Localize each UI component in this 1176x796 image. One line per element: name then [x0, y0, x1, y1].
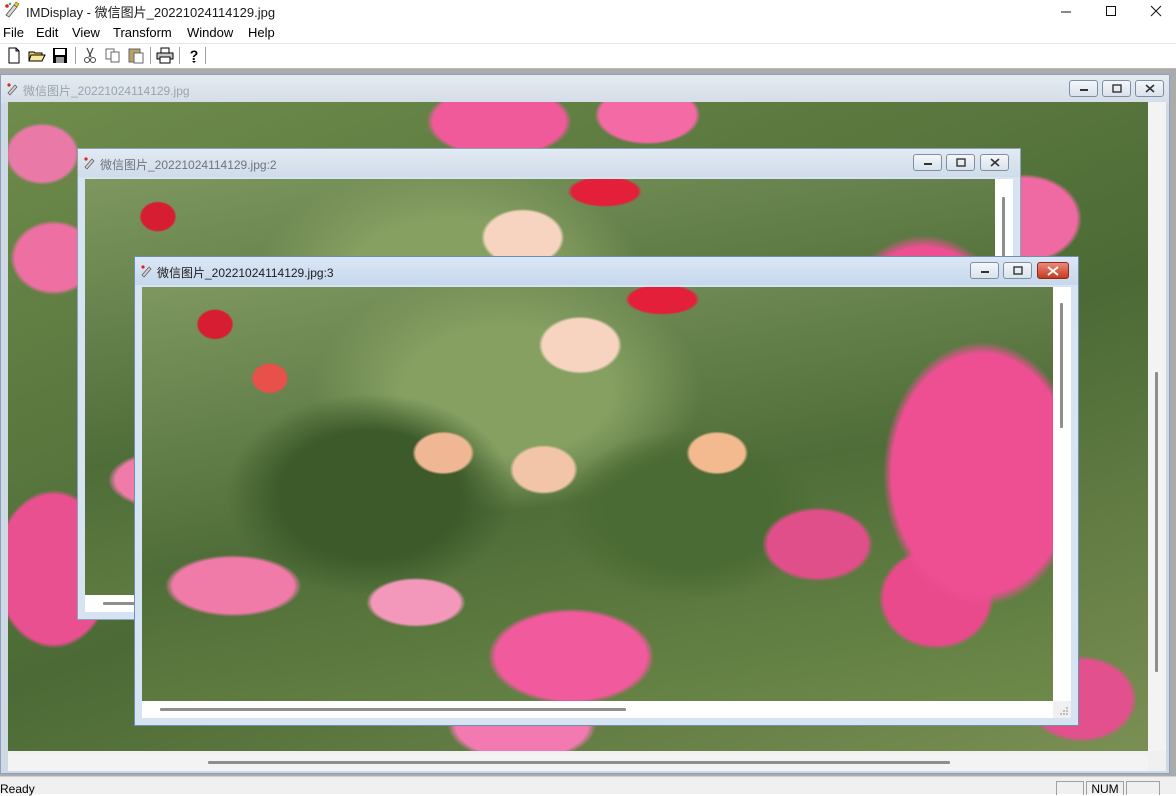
child-1-vertical-scrollbar[interactable] — [1148, 102, 1166, 751]
help-icon[interactable]: ? — [185, 47, 203, 64]
copy-icon[interactable] — [104, 47, 122, 64]
menu-edit[interactable]: Edit — [36, 25, 58, 40]
child-3-horizontal-thumb[interactable] — [160, 708, 626, 711]
save-icon[interactable] — [51, 47, 69, 64]
menu-transform[interactable]: Transform — [113, 25, 172, 40]
close-button[interactable] — [1133, 0, 1176, 22]
svg-text:?: ? — [190, 47, 199, 63]
minimize-icon — [1061, 11, 1071, 13]
toolbar-separator — [205, 47, 207, 64]
status-text: Ready — [0, 782, 35, 796]
menu-bar: File Edit View Transform Window Help — [0, 22, 1176, 43]
child-1-vertical-thumb[interactable] — [1155, 372, 1158, 672]
minimize-icon — [924, 163, 932, 165]
child-title-3: 微信图片_20221024114129.jpg:3 — [157, 266, 334, 280]
child-1-horizontal-thumb[interactable] — [208, 761, 950, 764]
paste-icon[interactable] — [127, 47, 145, 64]
child-1-close-button[interactable] — [1135, 80, 1164, 97]
minimize-button[interactable] — [1043, 0, 1089, 22]
child-3-close-button[interactable] — [1037, 262, 1069, 279]
minimize-icon — [981, 271, 989, 273]
maximize-button[interactable] — [1088, 0, 1134, 22]
menu-window[interactable]: Window — [187, 25, 233, 40]
child-1-size-grip[interactable] — [1148, 754, 1166, 771]
child-3-vertical-thumb[interactable] — [1060, 303, 1063, 428]
child-3-restore-button[interactable] — [1003, 262, 1032, 279]
menu-file[interactable]: File — [3, 25, 24, 40]
image-document-icon — [7, 83, 18, 96]
close-icon — [1150, 5, 1162, 17]
size-grip-icon — [1060, 707, 1068, 715]
child-title-2: 微信图片_20221024114129.jpg:2 — [100, 158, 277, 172]
child-3-minimize-button[interactable] — [970, 262, 999, 279]
child-1-restore-button[interactable] — [1102, 80, 1131, 97]
child-caption-1[interactable]: 微信图片_20221024114129.jpg — [1, 75, 1169, 103]
restore-icon — [1112, 84, 1122, 93]
app-icon — [5, 1, 20, 18]
toolbar-separator — [179, 47, 181, 64]
child-caption-2[interactable]: 微信图片_20221024114129.jpg:2 — [78, 149, 1020, 177]
print-icon[interactable] — [156, 47, 174, 64]
child-2-close-button[interactable] — [980, 154, 1009, 171]
close-icon — [1145, 84, 1155, 93]
window-title: IMDisplay - 微信图片_20221024114129.jpg — [26, 5, 276, 20]
child-1-horizontal-scrollbar[interactable] — [8, 754, 1150, 771]
status-bar: Ready NUM — [0, 776, 1176, 796]
menu-help[interactable]: Help — [248, 25, 275, 40]
child-1-minimize-button[interactable] — [1069, 80, 1098, 97]
child-2-restore-button[interactable] — [946, 154, 975, 171]
restore-icon — [1013, 266, 1023, 275]
toolbar: ? — [0, 43, 1176, 69]
cut-icon[interactable] — [81, 47, 99, 64]
child-3-vertical-scrollbar[interactable] — [1053, 287, 1071, 702]
child-title-1: 微信图片_20221024114129.jpg — [23, 84, 190, 98]
child-3-client — [142, 287, 1071, 718]
toolbar-separator — [150, 47, 152, 64]
menu-view[interactable]: View — [72, 25, 100, 40]
mdi-client-area: 微信图片_20221024114129.jpg 微信图片_20221024114… — [0, 69, 1176, 776]
toolbar-separator — [75, 47, 77, 64]
minimize-icon — [1080, 89, 1088, 91]
image-document-icon — [141, 265, 152, 278]
image-document-icon — [84, 157, 95, 170]
new-icon[interactable] — [5, 47, 23, 64]
image-canvas-3[interactable] — [142, 287, 1055, 702]
child-window-3[interactable]: 微信图片_20221024114129.jpg:3 — [134, 256, 1079, 726]
child-3-size-grip[interactable] — [1053, 701, 1071, 718]
child-caption-3[interactable]: 微信图片_20221024114129.jpg:3 — [135, 257, 1078, 285]
restore-icon — [956, 158, 966, 167]
close-icon — [1047, 266, 1059, 276]
close-icon — [990, 158, 1000, 167]
photo-roses — [142, 287, 1055, 702]
open-icon[interactable] — [28, 47, 46, 64]
child-3-horizontal-scrollbar[interactable] — [142, 701, 1055, 718]
main-title-bar: IMDisplay - 微信图片_20221024114129.jpg — [0, 0, 1176, 22]
maximize-icon — [1106, 6, 1116, 16]
child-2-minimize-button[interactable] — [913, 154, 942, 171]
